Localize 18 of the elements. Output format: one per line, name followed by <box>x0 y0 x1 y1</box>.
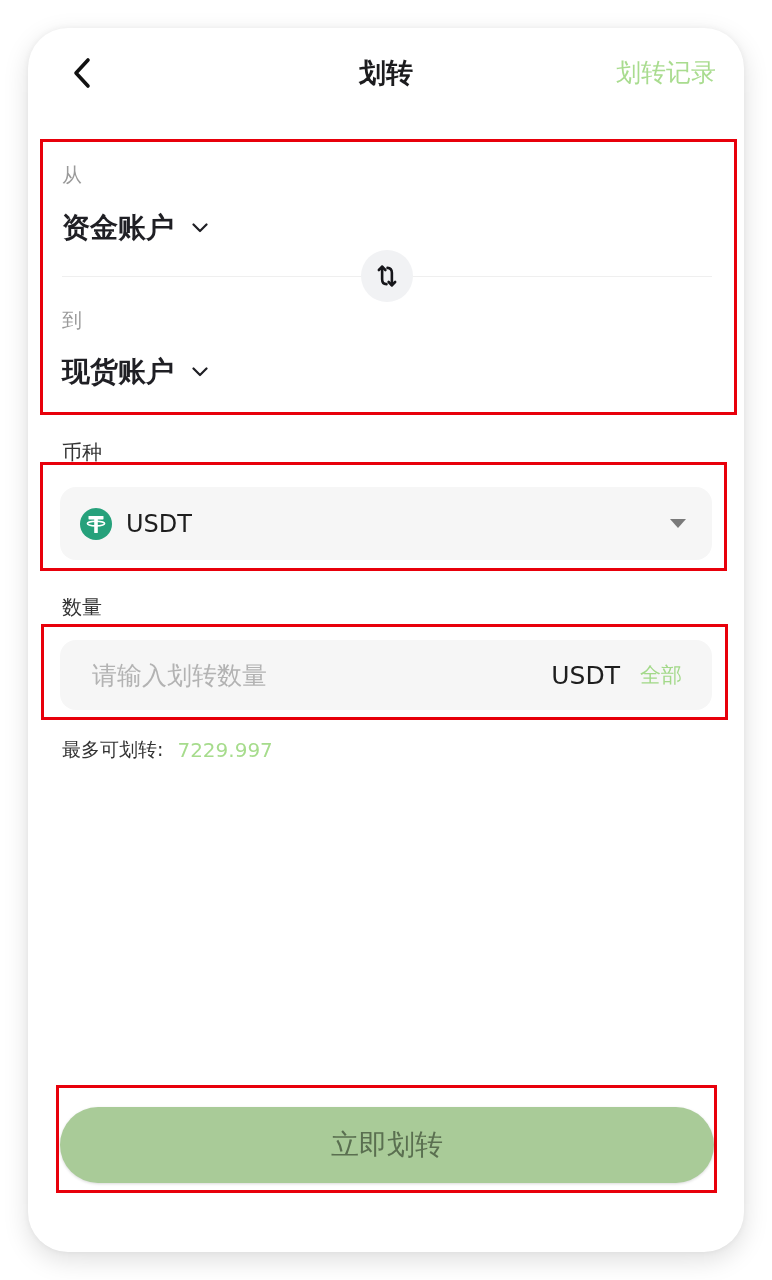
chevron-down-icon <box>192 223 208 233</box>
coin-icon <box>80 507 112 540</box>
unit-label: USDT <box>551 660 620 690</box>
available-label: 最多可划转: <box>62 737 164 762</box>
field-label: 从 <box>62 162 82 189</box>
available-value: 7229.997 <box>177 738 273 762</box>
account-select[interactable]: 资金账户 <box>62 208 208 248</box>
swap-button[interactable] <box>361 250 413 302</box>
field-label: 到 <box>62 307 82 334</box>
field-label: 数量 <box>62 594 102 621</box>
chevron-down-icon <box>192 367 208 377</box>
caret-down-icon <box>670 519 686 528</box>
amount-field[interactable]: 请输入划转数量 USDT 全部 <box>60 640 712 710</box>
coin-select[interactable]: USDT <box>60 487 712 560</box>
back-icon[interactable] <box>72 56 92 90</box>
field-label: 币种 <box>62 442 102 462</box>
page-title: 划转 <box>359 56 413 90</box>
account-select[interactable]: 现货账户 <box>62 352 208 392</box>
